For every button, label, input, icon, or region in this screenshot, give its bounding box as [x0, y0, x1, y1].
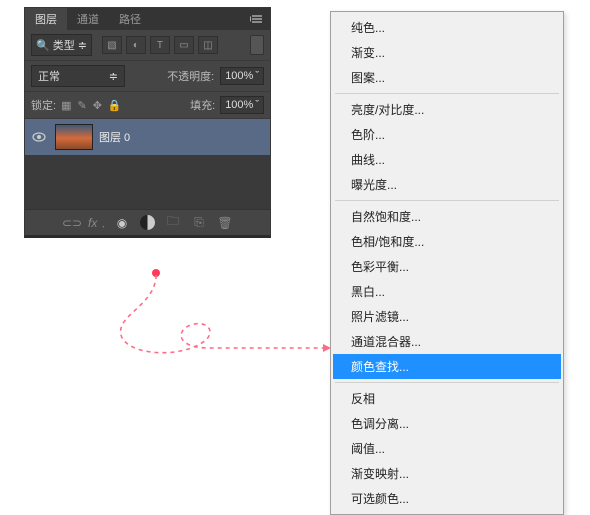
layer-item[interactable]: 图层 0: [25, 119, 270, 155]
annotation-arrow: [96, 275, 336, 375]
panel-header: 图层 通道 路径: [25, 8, 270, 30]
filter-row: 🔍 类型 ≑ ▧ ◐ T ▭ ◫: [25, 30, 270, 61]
menu-separator: [335, 382, 559, 383]
menu-item[interactable]: 图案...: [333, 65, 561, 90]
tab-layers[interactable]: 图层: [25, 8, 67, 30]
adjustment-layer-icon[interactable]: [140, 215, 155, 230]
lock-label: 锁定:: [31, 97, 56, 113]
annotation-arrowhead: [323, 344, 331, 352]
chevron-down-icon: ˇ: [255, 70, 259, 82]
blend-row: 正常 ≑ 不透明度: 100% ˇ: [25, 61, 270, 92]
menu-item[interactable]: 反相: [333, 386, 561, 411]
menu-item[interactable]: 可选颜色...: [333, 486, 561, 511]
menu-item[interactable]: 通道混合器...: [333, 329, 561, 354]
menu-item[interactable]: 阈值...: [333, 436, 561, 461]
filter-smart-icon[interactable]: ◫: [198, 36, 218, 54]
eye-icon: [32, 132, 46, 142]
filter-adjustment-icon[interactable]: ◐: [126, 36, 146, 54]
tab-channels[interactable]: 通道: [67, 8, 109, 30]
menu-separator: [335, 93, 559, 94]
chevron-down-icon: ≑: [109, 70, 118, 83]
filter-type-select[interactable]: 🔍 类型 ≑: [31, 34, 92, 56]
menu-item[interactable]: 照片滤镜...: [333, 304, 561, 329]
annotation-dot: [152, 269, 160, 277]
layer-list: 图层 0: [25, 119, 270, 209]
filter-type-label: 类型: [53, 37, 75, 53]
menu-item[interactable]: 曝光度...: [333, 172, 561, 197]
blend-mode-value: 正常: [38, 68, 60, 84]
panel-menu-icon[interactable]: [250, 14, 264, 24]
menu-item[interactable]: 黑白...: [333, 279, 561, 304]
layer-style-icon[interactable]: fx﹒: [88, 214, 104, 231]
menu-item[interactable]: 颜色查找...: [333, 354, 561, 379]
filter-toggle[interactable]: [250, 35, 264, 55]
menu-item[interactable]: 色调分离...: [333, 411, 561, 436]
tab-paths[interactable]: 路径: [109, 8, 151, 30]
menu-item[interactable]: 色相/饱和度...: [333, 229, 561, 254]
menu-item[interactable]: 自然饱和度...: [333, 204, 561, 229]
lock-pixels-icon[interactable]: ✎: [77, 99, 86, 112]
lock-transparent-icon[interactable]: ▦: [61, 99, 71, 112]
chevron-down-icon: ˇ: [255, 99, 259, 111]
new-layer-icon[interactable]: ⎘: [191, 215, 207, 230]
panel-tabs: 图层 通道 路径: [25, 8, 151, 30]
filter-shape-icon[interactable]: ▭: [174, 36, 194, 54]
group-icon[interactable]: 🗀: [165, 212, 181, 233]
menu-item[interactable]: 亮度/对比度...: [333, 97, 561, 122]
menu-item[interactable]: 曲线...: [333, 147, 561, 172]
fill-label: 填充:: [190, 97, 215, 113]
menu-separator: [335, 200, 559, 201]
menu-item[interactable]: 色阶...: [333, 122, 561, 147]
filter-type-icon[interactable]: T: [150, 36, 170, 54]
blend-mode-select[interactable]: 正常 ≑: [31, 65, 125, 87]
fill-input[interactable]: 100% ˇ: [220, 96, 264, 114]
filter-pixel-icon[interactable]: ▧: [102, 36, 122, 54]
visibility-toggle[interactable]: [25, 132, 53, 142]
menu-item[interactable]: 色彩平衡...: [333, 254, 561, 279]
menu-item[interactable]: 渐变映射...: [333, 461, 561, 486]
lock-row: 锁定: ▦ ✎ ✥ 🔒 填充: 100% ˇ: [25, 92, 270, 119]
layers-panel: 图层 通道 路径 🔍 类型 ≑ ▧ ◐ T ▭ ◫ 正常 ≑ 不透明度: 100…: [24, 7, 271, 238]
opacity-label: 不透明度:: [167, 68, 214, 84]
search-icon: 🔍: [36, 39, 50, 52]
panel-footer: ⊂⊃ fx﹒ ◉ 🗀 ⎘ 🗑: [25, 209, 270, 235]
lock-icons: ▦ ✎ ✥ 🔒: [61, 99, 122, 112]
adjustment-layer-menu: 纯色...渐变...图案... 亮度/对比度...色阶...曲线...曝光度...…: [330, 11, 564, 515]
layer-name: 图层 0: [99, 129, 130, 145]
lock-position-icon[interactable]: ✥: [93, 99, 102, 112]
fill-value: 100%: [225, 99, 253, 111]
menu-item[interactable]: 渐变...: [333, 40, 561, 65]
delete-layer-icon[interactable]: 🗑: [217, 216, 233, 230]
link-layers-icon[interactable]: ⊂⊃: [62, 216, 78, 230]
lock-all-icon[interactable]: 🔒: [108, 99, 122, 112]
chevron-down-icon: ≑: [78, 39, 87, 52]
filter-icons: ▧ ◐ T ▭ ◫: [102, 36, 218, 54]
opacity-value: 100%: [225, 70, 253, 82]
layer-mask-icon[interactable]: ◉: [114, 216, 130, 230]
menu-item[interactable]: 纯色...: [333, 15, 561, 40]
opacity-input[interactable]: 100% ˇ: [220, 67, 264, 85]
layer-thumbnail: [55, 124, 93, 150]
